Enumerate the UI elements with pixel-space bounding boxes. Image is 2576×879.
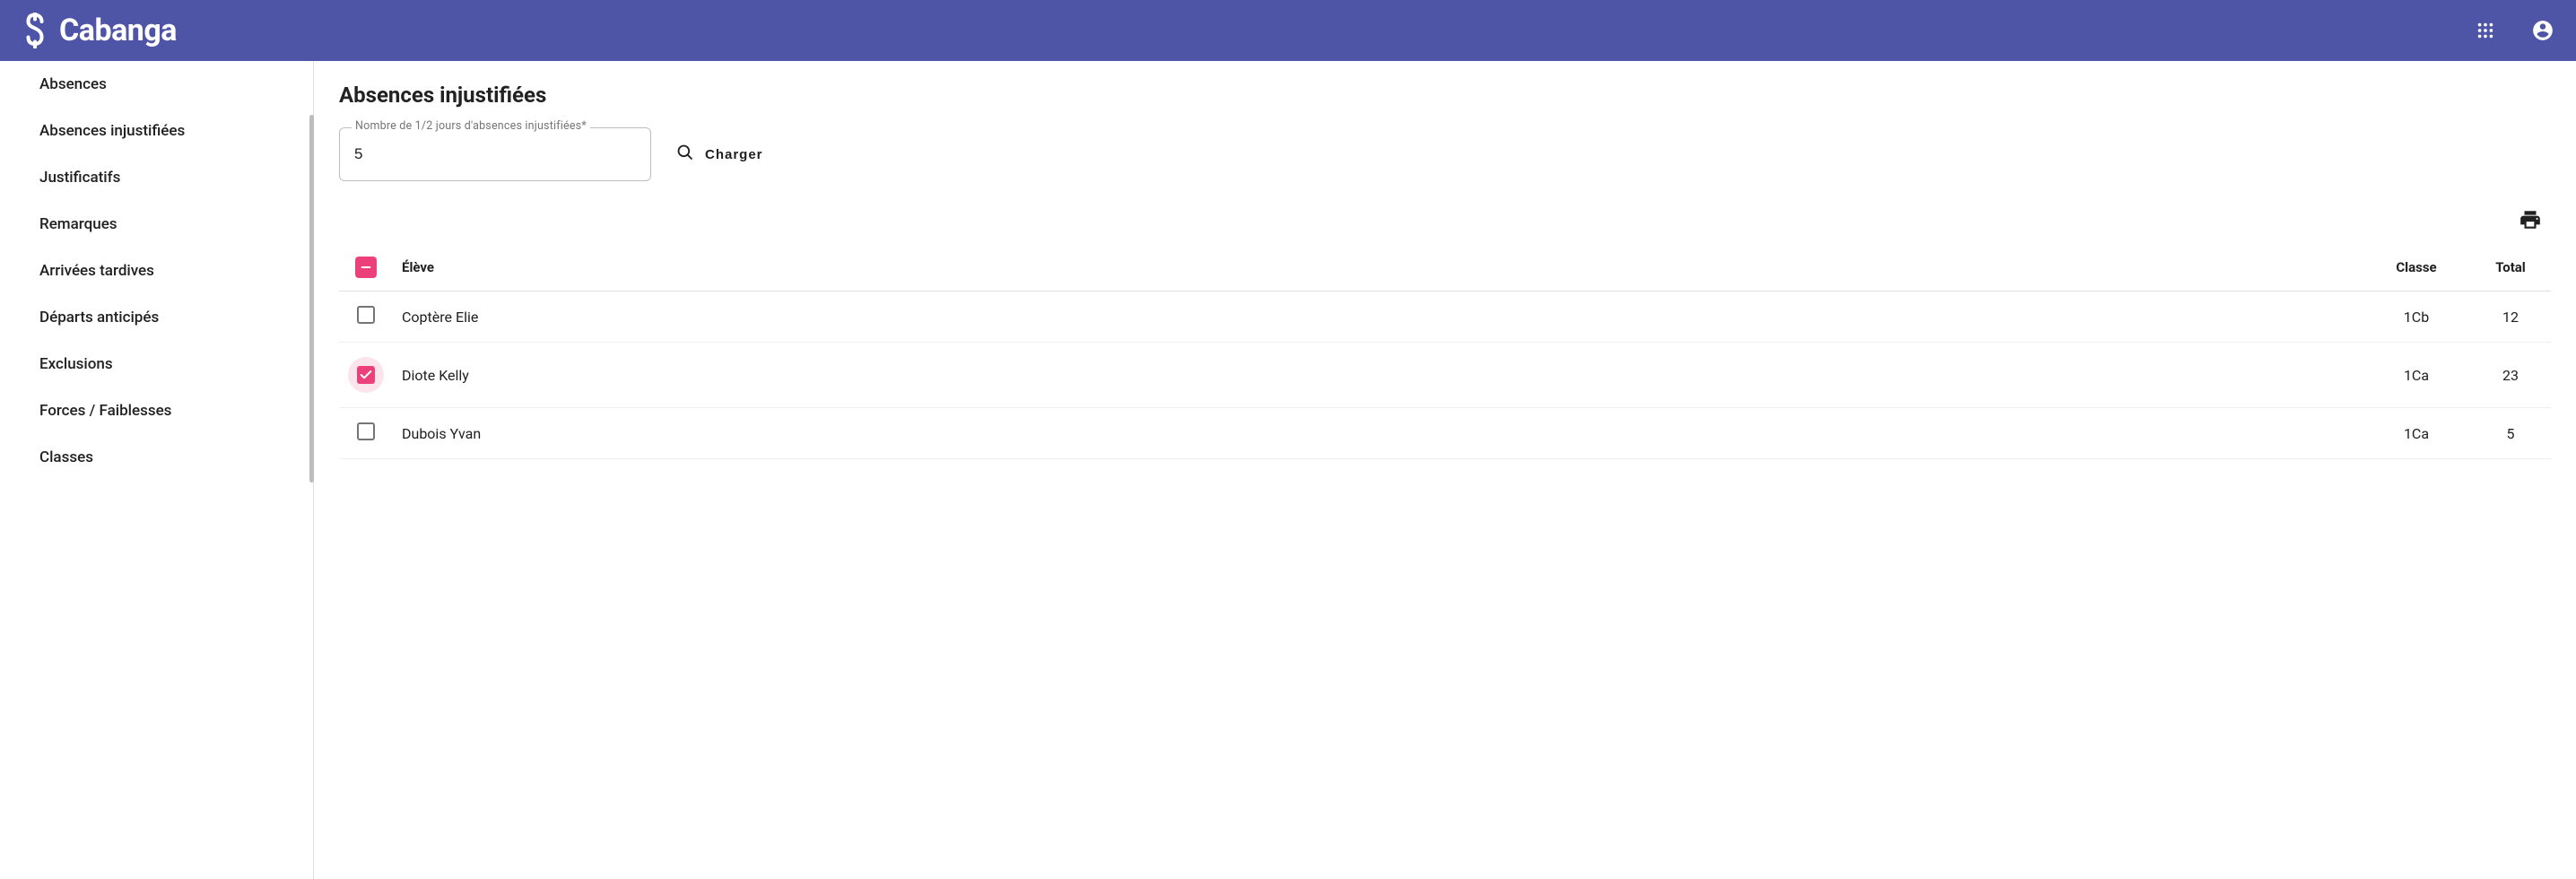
header-actions [2476, 19, 2554, 42]
table-toolbar [339, 208, 2551, 231]
print-icon [2519, 208, 2542, 231]
header-total[interactable]: Total [2470, 244, 2551, 292]
half-days-input[interactable] [339, 127, 651, 181]
row-checkbox[interactable] [357, 422, 375, 440]
app-header: Cabanga [0, 0, 2576, 61]
checkbox-checked-icon [357, 366, 375, 384]
print-button[interactable] [2519, 208, 2542, 231]
half-days-input-group: Nombre de 1/2 jours d'absences injustifi… [339, 127, 651, 181]
row-name: Diote Kelly [393, 343, 2363, 408]
row-total: 23 [2470, 343, 2551, 408]
logo-text: Cabanga [59, 13, 177, 48]
sidebar-item-departs-anticipes[interactable]: Départs anticipés [0, 294, 313, 341]
select-all-checkbox[interactable] [355, 257, 377, 278]
sidebar-item-exclusions[interactable]: Exclusions [0, 341, 313, 387]
table-row[interactable]: Dubois Yvan 1Ca 5 [339, 408, 2551, 459]
filter-row: Nombre de 1/2 jours d'absences injustifi… [339, 127, 2551, 181]
row-checkbox-cell [339, 343, 393, 408]
header-checkbox-cell [339, 244, 393, 292]
search-icon [676, 144, 694, 165]
page-title: Absences injustifiées [339, 83, 2551, 108]
header-eleve[interactable]: Élève [393, 244, 2363, 292]
sidebar-item-absences[interactable]: Absences [0, 61, 313, 108]
table-row[interactable]: Coptère Elie 1Cb 12 [339, 292, 2551, 343]
sidebar: Absences Absences injustifiées Justifica… [0, 61, 314, 879]
logo[interactable]: Cabanga [22, 13, 177, 48]
apps-icon[interactable] [2476, 21, 2495, 40]
header-classe[interactable]: Classe [2363, 244, 2470, 292]
row-classe: 1Cb [2363, 292, 2470, 343]
sidebar-item-justificatifs[interactable]: Justificatifs [0, 154, 313, 201]
layout: Absences Absences injustifiées Justifica… [0, 61, 2576, 879]
load-button[interactable]: Charger [667, 136, 772, 172]
sidebar-item-absences-injustifiees[interactable]: Absences injustifiées [0, 108, 313, 154]
table-header-row: Élève Classe Total [339, 244, 2551, 292]
indeterminate-icon [359, 260, 373, 274]
row-checkbox[interactable] [357, 306, 375, 324]
row-total: 5 [2470, 408, 2551, 459]
load-button-label: Charger [705, 147, 763, 162]
row-total: 12 [2470, 292, 2551, 343]
sidebar-item-remarques[interactable]: Remarques [0, 201, 313, 248]
row-checkbox-cell [339, 292, 393, 343]
row-name: Dubois Yvan [393, 408, 2363, 459]
table-row[interactable]: Diote Kelly 1Ca 23 [339, 343, 2551, 408]
row-checkbox[interactable] [348, 357, 384, 393]
logo-icon [22, 13, 48, 48]
sidebar-item-arrivees-tardives[interactable]: Arrivées tardives [0, 248, 313, 294]
row-classe: 1Ca [2363, 343, 2470, 408]
row-checkbox-cell [339, 408, 393, 459]
students-table: Élève Classe Total Coptère Elie 1Cb 12 [339, 244, 2551, 459]
row-classe: 1Ca [2363, 408, 2470, 459]
main-content: Absences injustifiées Nombre de 1/2 jour… [314, 61, 2576, 879]
row-name: Coptère Elie [393, 292, 2363, 343]
check-icon [359, 368, 373, 382]
account-icon[interactable] [2531, 19, 2554, 42]
sidebar-item-forces-faiblesses[interactable]: Forces / Faiblesses [0, 387, 313, 434]
sidebar-item-classes[interactable]: Classes [0, 434, 313, 481]
half-days-input-label: Nombre de 1/2 jours d'absences injustifi… [352, 119, 590, 133]
